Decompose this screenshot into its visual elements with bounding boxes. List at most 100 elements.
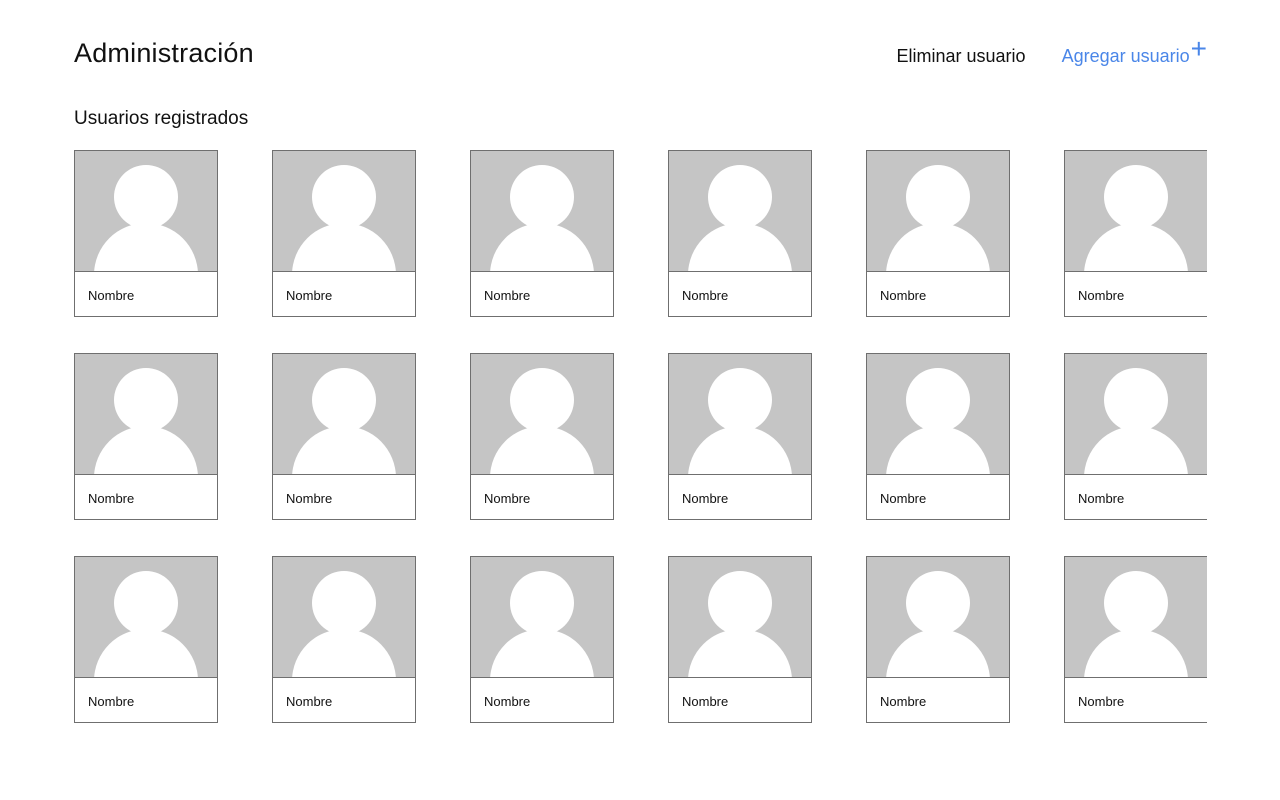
user-card[interactable]: Nombre [74, 353, 218, 520]
avatar-head-shape [312, 571, 376, 635]
avatar-head-shape [906, 165, 970, 229]
user-card[interactable]: Nombre [866, 353, 1010, 520]
user-avatar-icon [867, 151, 1009, 272]
user-card[interactable]: Nombre [470, 150, 614, 317]
user-name: Nombre [1078, 288, 1125, 303]
avatar-head-shape [114, 165, 178, 229]
avatar-head-shape [708, 165, 772, 229]
avatar-body-shape [886, 629, 990, 677]
user-avatar-icon [1065, 151, 1207, 272]
avatar-head-shape [708, 368, 772, 432]
avatar-head-shape [510, 368, 574, 432]
user-card[interactable]: Nombre [470, 353, 614, 520]
user-avatar-icon [1065, 354, 1207, 475]
user-avatar-icon [471, 151, 613, 272]
user-card[interactable]: Nombre [1064, 150, 1207, 317]
avatar-head-shape [114, 571, 178, 635]
user-name: Nombre [682, 694, 729, 709]
user-avatar-icon [273, 557, 415, 678]
avatar-body-shape [688, 426, 792, 474]
avatar-body-shape [94, 223, 198, 271]
user-card[interactable]: Nombre [74, 556, 218, 723]
delete-user-button[interactable]: Eliminar usuario [897, 44, 1026, 68]
user-name: Nombre [484, 288, 531, 303]
user-avatar-icon [471, 557, 613, 678]
avatar-body-shape [886, 223, 990, 271]
page-title: Administración [74, 38, 254, 68]
avatar-body-shape [490, 629, 594, 677]
user-name: Nombre [286, 288, 333, 303]
user-avatar-icon [75, 354, 217, 475]
user-name: Nombre [880, 694, 927, 709]
user-name: Nombre [682, 288, 729, 303]
user-name: Nombre [1078, 491, 1125, 506]
user-card[interactable]: Nombre [272, 150, 416, 317]
user-name: Nombre [484, 694, 531, 709]
user-name: Nombre [484, 491, 531, 506]
user-name: Nombre [286, 694, 333, 709]
user-card[interactable]: Nombre [668, 353, 812, 520]
user-avatar-icon [669, 354, 811, 475]
user-card[interactable]: Nombre [470, 556, 614, 723]
user-name: Nombre [682, 491, 729, 506]
user-name: Nombre [880, 491, 927, 506]
user-avatar-icon [75, 557, 217, 678]
avatar-body-shape [94, 629, 198, 677]
user-card[interactable]: Nombre [1064, 353, 1207, 520]
avatar-body-shape [688, 629, 792, 677]
avatar-head-shape [708, 571, 772, 635]
avatar-body-shape [1084, 223, 1188, 271]
avatar-head-shape [510, 571, 574, 635]
avatar-body-shape [490, 223, 594, 271]
user-card[interactable]: Nombre [866, 150, 1010, 317]
avatar-head-shape [312, 165, 376, 229]
user-avatar-icon [471, 354, 613, 475]
header-actions: Eliminar usuario Agregar usuario + [897, 35, 1208, 68]
user-name: Nombre [286, 491, 333, 506]
user-avatar-icon [867, 557, 1009, 678]
avatar-head-shape [114, 368, 178, 432]
users-grid: Nombre Nombre Nombre Nombre Nombre Nombre Nomb… [74, 150, 1207, 723]
avatar-head-shape [1104, 165, 1168, 229]
user-avatar-icon [867, 354, 1009, 475]
avatar-head-shape [1104, 571, 1168, 635]
avatar-head-shape [906, 368, 970, 432]
user-card[interactable]: Nombre [1064, 556, 1207, 723]
user-avatar-icon [273, 354, 415, 475]
user-avatar-icon [273, 151, 415, 272]
user-name: Nombre [88, 694, 135, 709]
user-avatar-icon [1065, 557, 1207, 678]
user-card[interactable]: Nombre [668, 556, 812, 723]
avatar-head-shape [906, 571, 970, 635]
add-user-label: Agregar usuario [1061, 46, 1190, 66]
avatar-body-shape [1084, 426, 1188, 474]
user-avatar-icon [669, 557, 811, 678]
avatar-body-shape [886, 426, 990, 474]
avatar-head-shape [510, 165, 574, 229]
user-name: Nombre [880, 288, 927, 303]
avatar-body-shape [1084, 629, 1188, 677]
avatar-body-shape [292, 223, 396, 271]
user-name: Nombre [88, 491, 135, 506]
users-grid-viewport: Nombre Nombre Nombre Nombre Nombre Nombre Nomb… [74, 150, 1207, 730]
avatar-body-shape [490, 426, 594, 474]
user-card[interactable]: Nombre [668, 150, 812, 317]
add-user-button[interactable]: Agregar usuario + [1061, 35, 1207, 68]
user-name: Nombre [88, 288, 135, 303]
admin-page: Administración Eliminar usuario Agregar … [0, 0, 1280, 800]
user-card[interactable]: Nombre [272, 556, 416, 723]
user-avatar-icon [669, 151, 811, 272]
user-card[interactable]: Nombre [74, 150, 218, 317]
user-avatar-icon [75, 151, 217, 272]
avatar-body-shape [688, 223, 792, 271]
user-card[interactable]: Nombre [866, 556, 1010, 723]
avatar-head-shape [1104, 368, 1168, 432]
plus-icon: + [1190, 33, 1207, 64]
avatar-head-shape [312, 368, 376, 432]
user-card[interactable]: Nombre [272, 353, 416, 520]
avatar-body-shape [292, 426, 396, 474]
section-title: Usuarios registrados [74, 108, 249, 129]
user-name: Nombre [1078, 694, 1125, 709]
avatar-body-shape [94, 426, 198, 474]
avatar-body-shape [292, 629, 396, 677]
